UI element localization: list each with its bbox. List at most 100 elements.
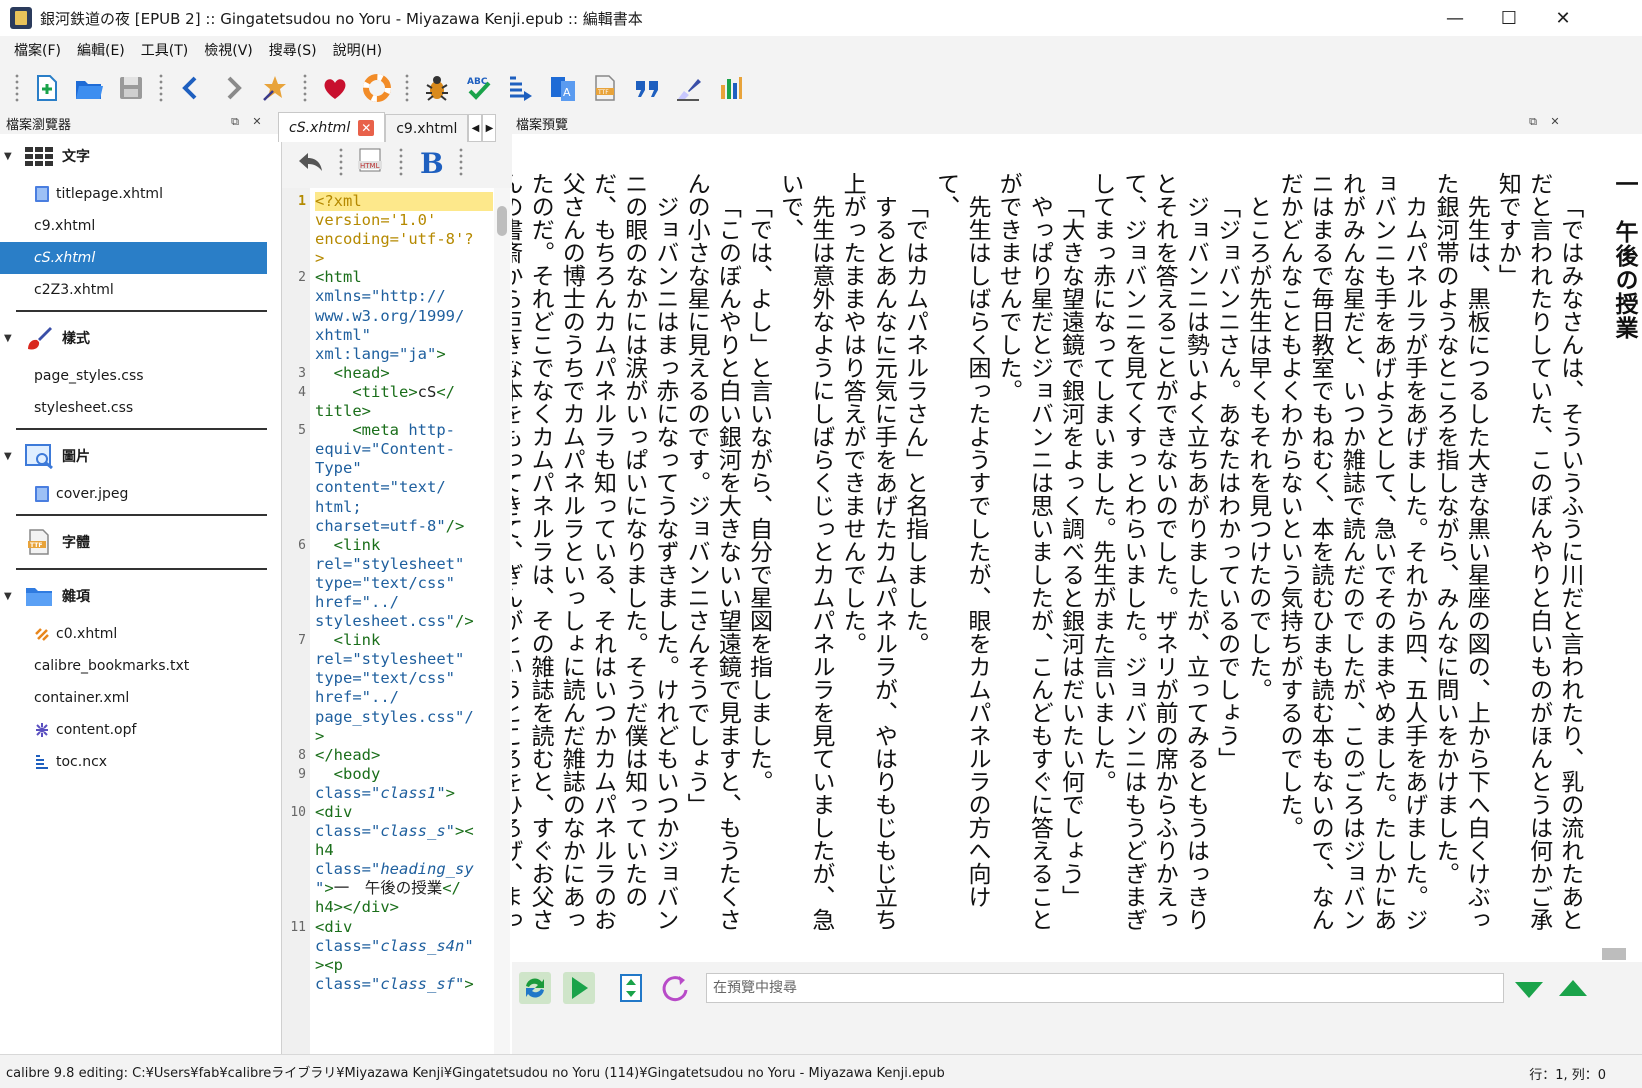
tab-scroll-left-icon[interactable]: ◀	[468, 114, 483, 142]
tab-c9-xhtml[interactable]: c9.xhtml	[385, 114, 469, 142]
code-line[interactable]: class="heading_sy	[315, 860, 493, 879]
close-button[interactable]: ✕	[1536, 0, 1590, 36]
search-previous-up-icon[interactable]	[1554, 969, 1592, 1007]
menu-edit[interactable]: 編輯(E)	[71, 40, 131, 60]
code-line[interactable]: ><p	[315, 956, 493, 975]
code-line[interactable]: h4></div>	[315, 898, 493, 917]
code-line[interactable]: www.w3.org/1999/	[315, 307, 493, 326]
insert-html-icon[interactable]: HTML	[356, 147, 386, 177]
section-styles[interactable]: ▼ 樣式	[0, 316, 281, 360]
code-line[interactable]: class="class_sf">	[315, 975, 493, 994]
code-line[interactable]: ">一 午後の授業</	[315, 879, 493, 898]
preview-page[interactable]: 一 午後の授業 「ではみなさんは、そういうふうに川だと言われたり、乳の流れたあと…	[512, 134, 1642, 946]
code-line[interactable]: href="../	[315, 688, 493, 707]
new-file-icon[interactable]	[29, 70, 65, 106]
translate-icon[interactable]: A	[545, 70, 581, 106]
close-panel-icon[interactable]: ✕	[1548, 115, 1562, 129]
file-cover-jpeg[interactable]: cover.jpeg	[0, 478, 281, 510]
code-line[interactable]: rel="stylesheet"	[315, 555, 493, 574]
code-line[interactable]: html;	[315, 498, 493, 517]
code-line[interactable]: page_styles.css"/	[315, 708, 493, 727]
code-line[interactable]: title>	[315, 402, 493, 421]
close-panel-icon[interactable]: ✕	[250, 115, 264, 129]
auto-reload-play-icon[interactable]	[560, 969, 598, 1007]
quote-icon[interactable]	[629, 70, 665, 106]
search-next-down-icon[interactable]	[1510, 969, 1548, 1007]
code-line[interactable]: <meta http-	[315, 421, 493, 440]
menu-tools[interactable]: 工具(T)	[135, 40, 194, 60]
code-line[interactable]: <html	[315, 268, 493, 287]
code-line[interactable]: <head>	[315, 364, 493, 383]
checkpoint-star-icon[interactable]	[257, 70, 293, 106]
menu-help[interactable]: 說明(H)	[327, 40, 388, 60]
code-line[interactable]: >	[315, 249, 493, 268]
menu-file[interactable]: 檔案(F)	[8, 40, 67, 60]
code-line[interactable]: type="text/css"	[315, 669, 493, 688]
file-container-xml[interactable]: container.xml	[0, 682, 281, 714]
file-page-styles[interactable]: page_styles.css	[0, 360, 281, 392]
expand-arrow-icon[interactable]: ▼	[4, 451, 18, 462]
code-view[interactable]: 1 2 3 4 5 6 7 8 9 10 11 <?xml version='1.0' encoding…	[282, 188, 512, 1054]
code-line[interactable]: <title>cS</	[315, 383, 493, 402]
back-icon[interactable]	[173, 70, 209, 106]
save-icon[interactable]	[113, 70, 149, 106]
code-line[interactable]: equiv="Content-	[315, 440, 493, 459]
float-panel-icon[interactable]: ⧉	[228, 115, 242, 129]
preview-scrollbar[interactable]	[512, 946, 1642, 962]
file-cs-selected[interactable]: cS.xhtml	[0, 242, 267, 274]
close-tab-icon[interactable]: ✕	[358, 119, 375, 136]
code-line[interactable]: content="text/	[315, 478, 493, 497]
file-c9[interactable]: c9.xhtml	[0, 210, 281, 242]
section-misc[interactable]: ▼ 雜項	[0, 574, 281, 618]
expand-arrow-icon[interactable]: ▼	[4, 151, 18, 162]
check-book-bug-icon[interactable]	[419, 70, 455, 106]
code-line[interactable]: <div	[315, 803, 493, 822]
spellcheck-icon[interactable]: ABC	[461, 70, 497, 106]
code-line[interactable]: rel="stylesheet"	[315, 650, 493, 669]
help-lifebuoy-icon[interactable]	[359, 70, 395, 106]
expand-arrow-icon[interactable]: ▼	[4, 591, 18, 602]
font-ttf-icon[interactable]: TTF	[587, 70, 623, 106]
code-scroll-thumb[interactable]	[497, 206, 507, 236]
code-line[interactable]: <div	[315, 918, 493, 937]
report-icon[interactable]	[713, 70, 749, 106]
code-line[interactable]: class="class_s"><	[315, 822, 493, 841]
code-line[interactable]: >	[315, 727, 493, 746]
toc-edit-icon[interactable]	[503, 70, 539, 106]
cleanup-brush-icon[interactable]	[671, 70, 707, 106]
section-images[interactable]: ▼ 圖片	[0, 434, 281, 478]
code-line[interactable]: version='1.0'	[315, 211, 493, 230]
tab-scroll-right-icon[interactable]: ▶	[482, 114, 497, 142]
code-line[interactable]: Type"	[315, 459, 493, 478]
code-line[interactable]: charset=utf-8"/>	[315, 517, 493, 536]
code-line[interactable]: <link	[315, 631, 493, 650]
code-line[interactable]: xmlns="http://	[315, 287, 493, 306]
tab-cs-xhtml[interactable]: cS.xhtml ✕	[278, 112, 386, 142]
code-line[interactable]: type="text/css"	[315, 574, 493, 593]
float-panel-icon[interactable]: ⧉	[1526, 115, 1540, 129]
file-c0[interactable]: c0.xhtml	[0, 618, 281, 650]
file-calibre-bookmarks[interactable]: calibre_bookmarks.txt	[0, 650, 281, 682]
code-text[interactable]: <?xml version='1.0' encoding='utf-8'? > <htm…	[315, 192, 493, 994]
forward-icon[interactable]	[215, 70, 251, 106]
code-line[interactable]: <body	[315, 765, 493, 784]
menu-search[interactable]: 搜尋(S)	[263, 40, 323, 60]
code-scrollbar[interactable]	[494, 188, 510, 1054]
donate-heart-icon[interactable]	[317, 70, 353, 106]
code-line[interactable]: <?xml	[315, 192, 493, 212]
preview-search-input[interactable]	[706, 973, 1504, 1003]
reload-css-icon[interactable]	[656, 969, 694, 1007]
code-line[interactable]: <link	[315, 536, 493, 555]
menu-view[interactable]: 檢視(V)	[198, 40, 259, 60]
file-toc-ncx[interactable]: toc.ncx	[0, 746, 281, 778]
code-line[interactable]: </head>	[315, 746, 493, 765]
preview-scroll-thumb[interactable]	[1602, 948, 1626, 960]
code-line[interactable]: h4	[315, 841, 493, 860]
code-line[interactable]: class="class1">	[315, 784, 493, 803]
undo-icon[interactable]	[296, 147, 326, 177]
file-stylesheet[interactable]: stylesheet.css	[0, 392, 281, 424]
section-fonts[interactable]: TTF 字體	[0, 520, 281, 564]
code-line[interactable]: xml:lang="ja">	[315, 345, 493, 364]
sync-position-icon[interactable]	[612, 969, 650, 1007]
open-folder-icon[interactable]	[71, 70, 107, 106]
